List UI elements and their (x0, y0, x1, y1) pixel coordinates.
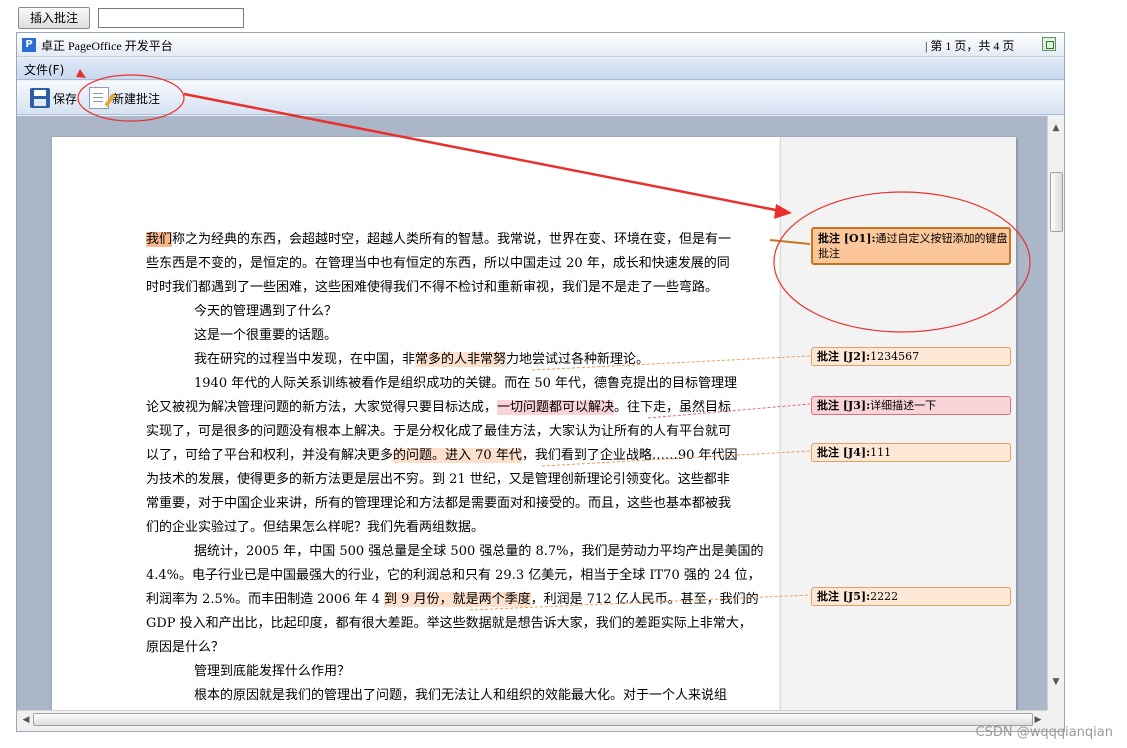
comment-balloon[interactable]: 批注 [O1]:通过自定义按钮添加的键盘批注 (811, 227, 1011, 265)
save-floppy-icon (30, 88, 50, 108)
text-line[interactable]: 时时我们都遇到了一些困难，这些困难使得我们不得不检讨和重新审视，我们是不是走了一… (146, 276, 718, 300)
vertical-scroll-thumb[interactable] (1050, 172, 1063, 232)
text-line[interactable]: 些东西是不变的，是恒定的。在管理当中也有恒定的东西，所以中国走过 20 年，成长… (146, 252, 730, 276)
vertical-scrollbar[interactable]: ▲ ▼ (1047, 116, 1064, 710)
menu-file[interactable]: 文件(F) (24, 61, 64, 78)
new-comment-button[interactable]: 新建批注 (89, 84, 160, 112)
new-comment-label: 新建批注 (112, 91, 161, 106)
text-line[interactable]: 1940 年代的人际关系训练被看作是组织成功的关键。而在 50 年代，德鲁克提出… (194, 372, 737, 396)
document-area[interactable]: 我们称之为经典的东西，会超越时空，超越人类所有的智慧。我常说，世界在变、环境在变… (17, 116, 1047, 710)
page-indicator: | 第 1 页，共 4 页 (925, 39, 1015, 53)
document-page[interactable]: 我们称之为经典的东西，会超越时空，超越人类所有的智慧。我常说，世界在变、环境在变… (52, 137, 780, 710)
scroll-down-icon[interactable]: ▼ (1050, 676, 1062, 688)
text-line[interactable]: 以了，可给了平台和权利，并没有解决更多的问题。进入 70 年代，我们看到了企业战… (146, 444, 738, 468)
text-line[interactable]: 为技术的发展，使得更多的新方法更是层出不穷。到 21 世纪，又是管理创新理论引领… (146, 468, 730, 492)
save-button[interactable]: 保存 (30, 84, 77, 112)
app-logo-icon: P (22, 38, 36, 52)
text-line[interactable]: 我们称之为经典的东西，会超越时空，超越人类所有的智慧。我常说，世界在变、环境在变… (146, 228, 731, 252)
comment-margin: 批注 [O1]:通过自定义按钮添加的键盘批注 批注 [J2]:1234567 批… (780, 137, 1016, 710)
watermark: CSDN @wqqqianqian (975, 725, 1113, 740)
text-line[interactable]: 原因是什么？ (146, 636, 224, 660)
horizontal-scroll-thumb[interactable] (33, 713, 1033, 726)
text-line[interactable]: 管理到底能发挥什么作用？ (194, 660, 350, 684)
horizontal-scrollbar[interactable]: ◀ ▶ (17, 710, 1047, 728)
menu-bar: 文件(F) (17, 58, 1064, 80)
text-line[interactable]: 我在研究的过程当中发现，在中国，非常多的人非常努力地尝试过各种新理论。 (194, 348, 649, 372)
text-line[interactable]: 根本的原因就是我们的管理出了问题，我们无法让人和组织的效能最大化。对于一个人来说… (194, 684, 727, 708)
scroll-up-icon[interactable]: ▲ (1050, 122, 1062, 134)
maximize-icon[interactable] (1042, 37, 1056, 51)
comment-balloon[interactable]: 批注 [J3]:详细描述一下 (811, 396, 1011, 415)
text-line[interactable]: GDP 投入和产出比，比起印度，都有很大差距。举这些数据就是想告诉大家，我们的差… (146, 612, 752, 636)
text-line[interactable]: 论又被视为解决管理问题的新方法，大家觉得只要目标达成，一切问题都可以解决。往下走… (146, 396, 731, 420)
new-comment-icon (89, 87, 109, 109)
top-text-input[interactable] (98, 8, 244, 28)
comment-balloon[interactable]: 批注 [J5]:2222 (811, 587, 1011, 606)
insert-comment-button[interactable]: 插入批注 (18, 7, 90, 29)
comment-balloon[interactable]: 批注 [J2]:1234567 (811, 347, 1011, 366)
comment-balloon[interactable]: 批注 [J4]:111 (811, 443, 1011, 462)
text-line[interactable]: 常重要，对于中国企业来讲，所有的管理理论和方法都是需要面对和接受的。而且，这些也… (146, 492, 731, 516)
toolbar: 保存 新建批注 (17, 81, 1064, 115)
title-bar: P 卓正 PageOffice 开发平台 | 第 1 页，共 4 页 (17, 33, 1064, 57)
pageoffice-window: P 卓正 PageOffice 开发平台 | 第 1 页，共 4 页 文件(F)… (16, 32, 1065, 732)
text-line[interactable]: 这是一个很重要的话题。 (194, 324, 337, 348)
save-label: 保存 (53, 91, 78, 106)
text-line[interactable]: 据统计，2005 年，中国 500 强总量是全球 500 强总量的 8.7%，我… (194, 540, 764, 564)
text-line[interactable]: 今天的管理遇到了什么？ (194, 300, 337, 324)
window-title: 卓正 PageOffice 开发平台 (41, 39, 173, 53)
text-line[interactable]: 实现了，可是很多的问题没有根本上解决。于是分权化成了最佳方法，大家认为让所有的人… (146, 420, 731, 444)
scroll-left-icon[interactable]: ◀ (20, 714, 32, 726)
text-line[interactable]: 们的企业实验过了。但结果怎么样呢？我们先看两组数据。 (146, 516, 484, 540)
text-line[interactable]: 4.4%。电子行业已是中国最强大的行业，它的利润总和只有 29.3 亿美元，相当… (146, 564, 761, 588)
text-line[interactable]: 利润率为 2.5%。而丰田制造 2006 年 4 到 9 月份，就是两个季度，利… (146, 588, 759, 612)
